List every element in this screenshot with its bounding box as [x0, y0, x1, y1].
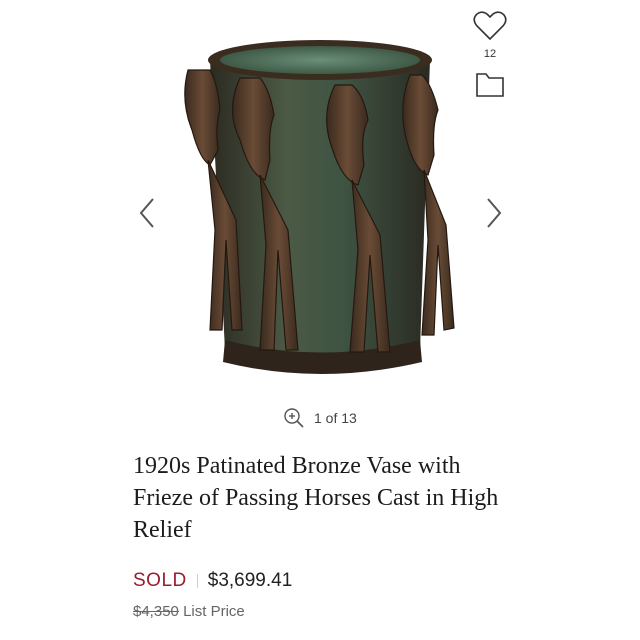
chevron-left-icon[interactable] [135, 193, 159, 233]
favorites-count: 12 [483, 48, 497, 60]
counter-text: 1 of 13 [314, 410, 357, 426]
price-row: SOLD $3,699.41 [133, 570, 292, 592]
list-price-label: List Price [183, 603, 245, 620]
list-price: $4,350 [133, 603, 179, 620]
image-counter: 1 of 13 [282, 406, 357, 430]
product-title: 1920s Patinated Bronze Vase with Frieze … [133, 453, 499, 543]
image-gallery: 12 1 of 13 [0, 0, 640, 440]
heart-icon[interactable] [470, 8, 510, 44]
sale-price: $3,699.41 [207, 570, 293, 591]
chevron-right-icon[interactable] [482, 193, 506, 233]
side-actions: 12 [470, 8, 510, 102]
list-price-row: $4,350 List Price [133, 603, 245, 620]
sold-badge: SOLD [133, 570, 187, 591]
zoom-in-icon[interactable] [282, 406, 306, 430]
folder-icon[interactable] [470, 66, 510, 102]
product-image[interactable] [170, 30, 470, 380]
price-divider [196, 574, 198, 588]
